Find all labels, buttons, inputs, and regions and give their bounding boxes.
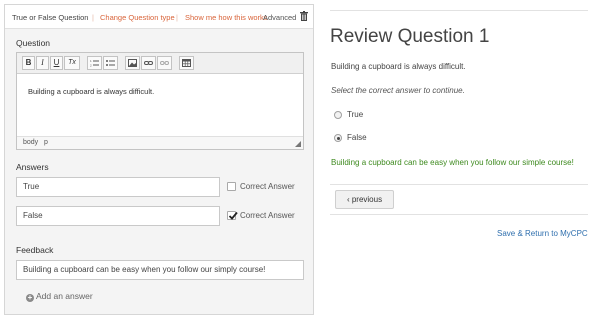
table-icon[interactable] [179, 56, 194, 70]
question-type-label: True or False Question [12, 13, 89, 22]
correct-answer-checkbox-1[interactable] [227, 182, 236, 191]
link-icon[interactable] [141, 56, 156, 70]
plus-circle-icon: + [26, 293, 34, 302]
question-label: Question [16, 38, 51, 48]
divider [330, 184, 588, 185]
question-editor-panel: True or False Question | Change Question… [4, 4, 314, 315]
status-path-body[interactable]: body [23, 139, 38, 146]
answer-input-1[interactable]: True [16, 177, 220, 197]
header-separator: | [176, 13, 178, 22]
correct-answer-label-1: Correct Answer [240, 182, 295, 191]
question-statement: Building a cupboard is always difficult. [331, 62, 466, 71]
resize-grip-icon[interactable] [295, 141, 301, 147]
italic-button[interactable]: I [36, 56, 49, 70]
top-divider [330, 10, 588, 11]
unlink-icon[interactable] [157, 56, 172, 70]
checkmark-icon [228, 211, 238, 220]
add-answer-label: Add an answer [36, 291, 93, 301]
underline-button[interactable]: U [50, 56, 63, 70]
page-title: Review Question 1 [330, 26, 490, 47]
radio-false[interactable] [334, 134, 342, 142]
image-icon[interactable] [125, 56, 140, 70]
save-and-return-link[interactable]: Save & Return to MyCPC [497, 229, 588, 238]
question-rich-text-editor[interactable]: B I U Tx 12 Building a cupboard is alway… [16, 52, 304, 150]
bullet-list-icon[interactable] [103, 56, 118, 70]
change-question-type-link[interactable]: Change Question type [100, 13, 175, 22]
correct-answer-label-2: Correct Answer [240, 211, 295, 220]
editor-status-bar: body p [17, 136, 303, 149]
editor-toolbar: B I U Tx 12 [17, 53, 303, 74]
add-answer-button[interactable]: + Add an answer [26, 291, 93, 302]
clear-format-button[interactable]: Tx [64, 56, 80, 70]
answer-input-2[interactable]: False [16, 206, 220, 226]
radio-true[interactable] [334, 111, 342, 119]
radio-label-true[interactable]: True [347, 110, 363, 119]
instruction-text: Select the correct answer to continue. [331, 86, 465, 95]
previous-button[interactable]: ‹ previous [335, 190, 394, 209]
feedback-input[interactable]: Building a cupboard can be easy when you… [16, 260, 304, 280]
show-how-link[interactable]: Show me how this works [185, 13, 268, 22]
radio-selected-dot [336, 136, 340, 140]
bold-button[interactable]: B [22, 56, 35, 70]
radio-label-false[interactable]: False [347, 133, 367, 142]
editor-header: True or False Question | Change Question… [5, 5, 313, 29]
ordered-list-icon[interactable]: 12 [87, 56, 102, 70]
question-body-text[interactable]: Building a cupboard is always difficult. [28, 87, 154, 96]
header-separator: | [92, 13, 94, 22]
divider [330, 214, 588, 215]
trash-icon[interactable] [300, 11, 308, 21]
feedback-message: Building a cupboard can be easy when you… [331, 158, 574, 167]
status-path-p[interactable]: p [44, 139, 48, 146]
correct-answer-checkbox-2[interactable] [227, 211, 238, 220]
advanced-link[interactable]: Advanced [263, 13, 296, 22]
answers-label: Answers [16, 162, 49, 172]
feedback-label: Feedback [16, 245, 54, 255]
svg-text:2: 2 [90, 64, 92, 68]
svg-text:1: 1 [90, 59, 92, 63]
